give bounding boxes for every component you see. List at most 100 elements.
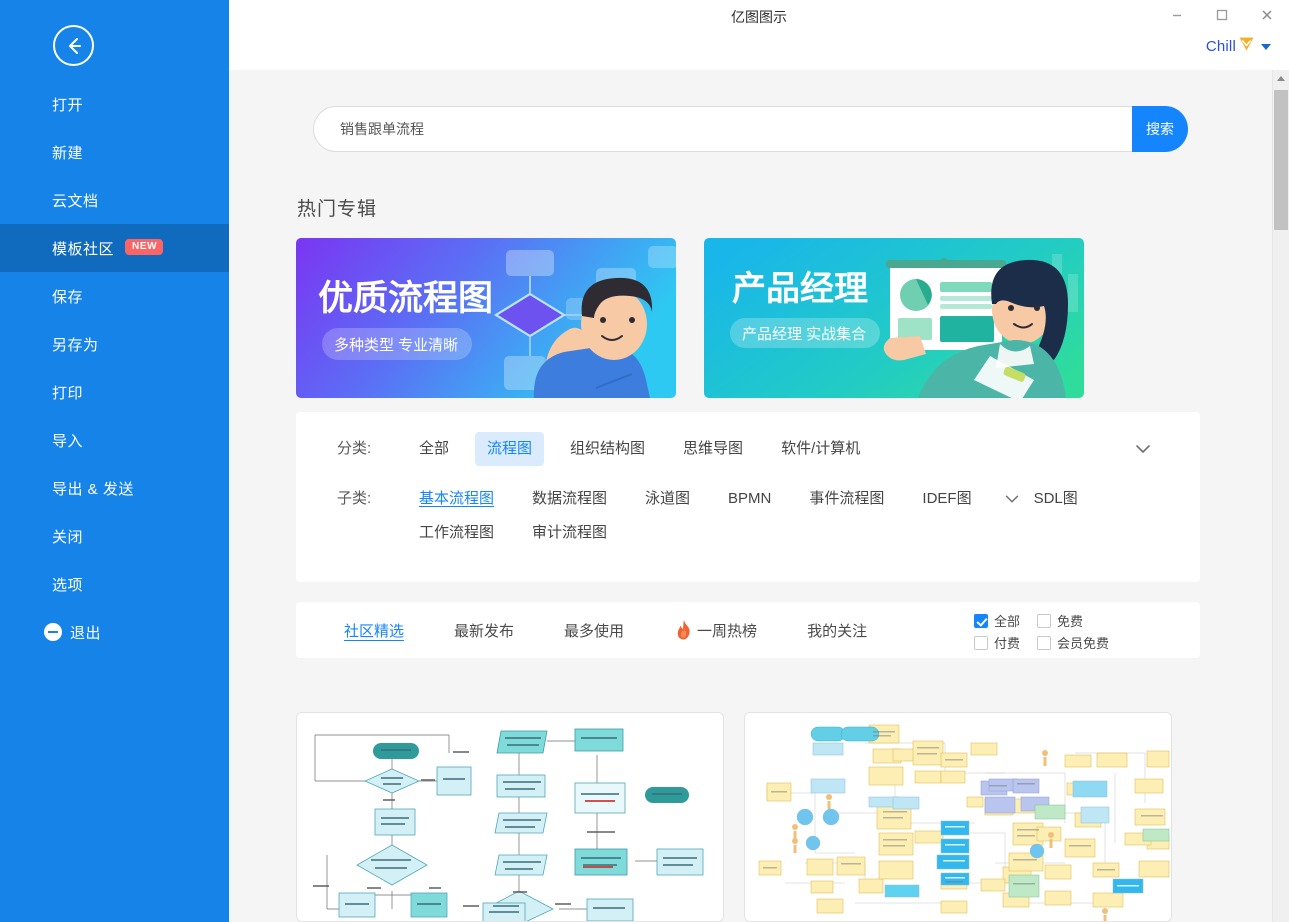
banner-title: 产品经理 (732, 270, 868, 308)
subcategory-chip-bpmn[interactable]: BPMN (716, 482, 783, 516)
sidebar-item-open[interactable]: 打开 (0, 80, 229, 128)
sidebar-item-template-community[interactable]: 模板社区 NEW (0, 224, 229, 272)
scrollbar-thumb[interactable] (1274, 90, 1288, 230)
sidebar-item-label: 新建 (52, 144, 84, 162)
sidebar-item-new[interactable]: 新建 (0, 128, 229, 176)
checkbox-all[interactable]: 全部 (974, 611, 1020, 630)
checkbox-box (974, 635, 988, 650)
vertical-scrollbar[interactable] (1272, 70, 1289, 922)
sidebar-nav: 打开 新建 云文档 模板社区 NEW 保存 另存为 打印 导入 导出 & 发送 … (0, 80, 229, 656)
sidebar-item-save-as[interactable]: 另存为 (0, 320, 229, 368)
filter-tab-newest[interactable]: 最新发布 (454, 620, 514, 641)
sidebar-item-label: 云文档 (52, 192, 99, 210)
search-input[interactable] (313, 106, 1188, 152)
chevron-down-icon (1261, 43, 1271, 50)
sidebar-item-label: 模板社区 (52, 240, 115, 258)
checkbox-free[interactable]: 免费 (1037, 611, 1109, 630)
sidebar-item-label: 导出 & 发送 (52, 480, 134, 498)
category-chip-all[interactable]: 全部 (407, 432, 461, 466)
filter-tab-weekly-hot[interactable]: 一周热榜 (674, 619, 757, 641)
sidebar-item-label: 另存为 (52, 336, 99, 354)
subcategory-chip-sdl[interactable]: SDL图 (1022, 482, 1090, 516)
window-title: 亿图图示 (731, 9, 787, 25)
template-card[interactable] (296, 712, 724, 922)
checkbox-box (1037, 635, 1052, 650)
application-window: 打开 新建 云文档 模板社区 NEW 保存 另存为 打印 导入 导出 & 发送 … (0, 0, 1289, 922)
banner-product-manager[interactable]: 产品经理 产品经理 实战集合 (704, 238, 1084, 398)
sidebar-item-label: 选项 (52, 576, 84, 594)
checkbox-member-free[interactable]: 会员免费 (1037, 633, 1109, 652)
filter-tab-community-picks[interactable]: 社区精选 (344, 620, 404, 641)
category-items: 全部 流程图 组织结构图 思维导图 软件/计算机 (407, 432, 1200, 466)
sidebar-item-save[interactable]: 保存 (0, 272, 229, 320)
exit-icon (44, 623, 62, 641)
category-chip-software[interactable]: 软件/计算机 (769, 432, 872, 466)
subcategory-expand-chevron-down-icon[interactable] (1002, 489, 1022, 509)
template-card-grid (296, 712, 1172, 922)
sidebar-item-cloud-docs[interactable]: 云文档 (0, 176, 229, 224)
search-button[interactable]: 搜索 (1132, 106, 1188, 152)
back-button[interactable] (53, 25, 94, 66)
sidebar-item-label: 打开 (52, 96, 84, 114)
sidebar-item-label: 关闭 (52, 528, 84, 546)
checkbox-box (974, 613, 988, 628)
sidebar-item-close[interactable]: 关闭 (0, 512, 229, 560)
banner-list: 优质流程图 多种类型 专业清晰 产品经理 产品经理 实战集合 (296, 238, 1084, 398)
sidebar-item-options[interactable]: 选项 (0, 560, 229, 608)
category-row-subcategory: 子类: 基本流程图 数据流程图 泳道图 BPMN 事件流程图 IDEF图 SDL… (296, 466, 1200, 550)
close-button[interactable] (1244, 0, 1289, 30)
window-controls (1154, 0, 1289, 30)
category-row-primary: 分类: 全部 流程图 组织结构图 思维导图 软件/计算机 (296, 412, 1200, 466)
filter-tab-label: 一周热榜 (697, 622, 758, 640)
minimize-button[interactable] (1154, 0, 1199, 30)
banner-quality-flowchart[interactable]: 优质流程图 多种类型 专业清晰 (296, 238, 676, 398)
sidebar-item-label: 打印 (52, 384, 84, 402)
subcategory-row-label: 子类: (337, 490, 372, 507)
subcategory-chip-idef[interactable]: IDEF图 (910, 482, 983, 516)
new-badge: NEW (125, 239, 164, 255)
subcategory-chip-work-flow[interactable]: 工作流程图 (407, 516, 506, 550)
category-chip-flowchart[interactable]: 流程图 (475, 432, 545, 466)
maximize-icon (1216, 9, 1227, 21)
back-arrow-icon (63, 35, 85, 57)
scroll-up-arrow-icon[interactable] (1273, 70, 1289, 87)
main-content: 搜索 热门专辑 (229, 70, 1272, 922)
category-chip-mind-map[interactable]: 思维导图 (671, 432, 755, 466)
sidebar-item-import[interactable]: 导入 (0, 416, 229, 464)
subcategory-chip-basic-flowchart[interactable]: 基本流程图 (407, 482, 506, 516)
sidebar-item-label: 导入 (52, 432, 84, 450)
checkbox-box (1037, 613, 1052, 628)
title-bar: 亿图图示 Chill (229, 0, 1289, 70)
category-chip-org-chart[interactable]: 组织结构图 (558, 432, 657, 466)
template-card[interactable] (744, 712, 1172, 922)
subcategory-chip-data-flow[interactable]: 数据流程图 (520, 482, 619, 516)
checkbox-paid[interactable]: 付费 (974, 633, 1020, 652)
sidebar-item-print[interactable]: 打印 (0, 368, 229, 416)
filter-tab-my-follows[interactable]: 我的关注 (807, 620, 867, 641)
banner-subtitle: 产品经理 实战集合 (742, 326, 866, 343)
banner-title: 优质流程图 (318, 279, 493, 318)
category-row-label: 分类: (337, 440, 372, 457)
subcategory-chip-swimlane[interactable]: 泳道图 (633, 482, 702, 516)
user-account-menu[interactable]: Chill (1206, 36, 1271, 57)
checkbox-label: 免费 (1057, 614, 1084, 629)
section-title-hot-albums: 热门专辑 (297, 199, 378, 220)
filter-tab-most-used[interactable]: 最多使用 (564, 620, 624, 641)
vip-diamond-icon (1238, 36, 1255, 57)
filter-tab-list: 社区精选 最新发布 最多使用 一周热榜 我的关注 (296, 619, 917, 641)
subcategory-chip-audit-flow[interactable]: 审计流程图 (520, 516, 619, 550)
sidebar-item-label: 退出 (70, 624, 102, 642)
large-business-process-map-thumbnail (745, 713, 1171, 921)
sidebar: 打开 新建 云文档 模板社区 NEW 保存 另存为 打印 导入 导出 & 发送 … (0, 0, 229, 922)
checkbox-label: 会员免费 (1057, 636, 1110, 651)
checkbox-label: 全部 (994, 614, 1021, 629)
close-icon (1261, 10, 1272, 20)
sidebar-item-exit[interactable]: 退出 (0, 608, 229, 656)
sidebar-item-label: 保存 (52, 288, 84, 306)
maximize-button[interactable] (1199, 0, 1244, 30)
subcategory-items: 基本流程图 数据流程图 泳道图 BPMN 事件流程图 IDEF图 SDL图 工作… (407, 482, 1200, 550)
category-expand-chevron-down-icon[interactable] (1132, 438, 1154, 460)
template-filter-bar: 社区精选 最新发布 最多使用 一周热榜 我的关注 全部 免费 付费 会员免费 (296, 602, 1200, 658)
sidebar-item-export-send[interactable]: 导出 & 发送 (0, 464, 229, 512)
subcategory-chip-event-flow[interactable]: 事件流程图 (797, 482, 896, 516)
